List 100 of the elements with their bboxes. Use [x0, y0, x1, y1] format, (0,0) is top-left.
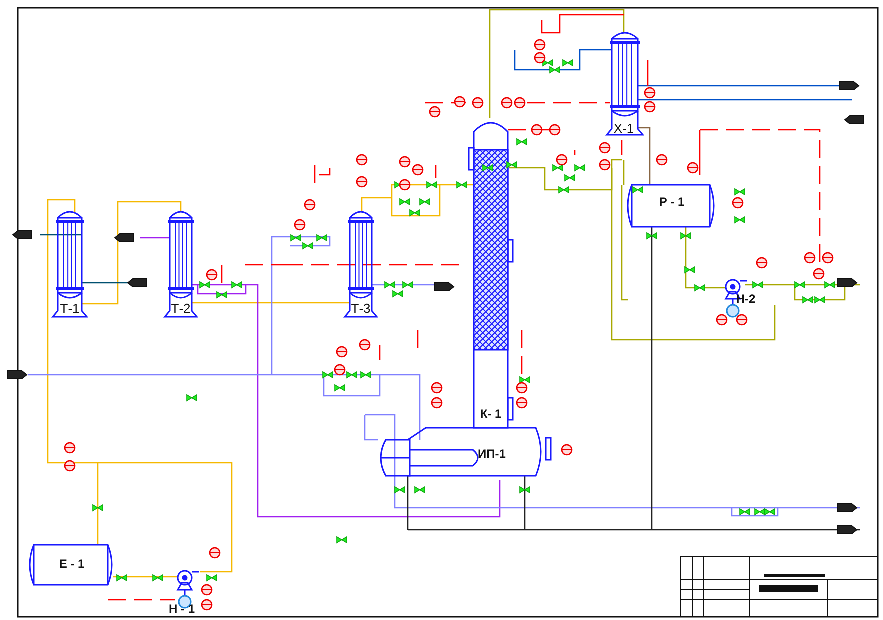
valve-icon	[316, 234, 328, 242]
valve-icon	[420, 198, 430, 206]
instrument-icon	[534, 52, 546, 64]
stream-arrow-icon	[434, 282, 455, 292]
instrument-icon	[304, 199, 316, 211]
valve-icon	[116, 574, 128, 582]
equipment-label: Т-3	[351, 301, 371, 316]
valve-icon	[558, 186, 570, 194]
instrument-icon	[822, 252, 834, 264]
valve-icon	[200, 281, 210, 289]
instrument-icon	[534, 39, 546, 51]
valve-icon	[632, 186, 644, 194]
instrument-icon	[359, 339, 371, 351]
equipment-label: Н - 1	[169, 602, 195, 616]
valve-icon	[206, 574, 218, 582]
instrument-icon	[356, 154, 368, 166]
valve-icon	[400, 198, 410, 206]
instrument-icon	[556, 154, 568, 166]
valve-icon	[334, 384, 346, 392]
valve-icon	[552, 164, 564, 172]
instrument-icon	[736, 314, 748, 326]
equipment-label: Р - 1	[659, 195, 685, 209]
instrument-icon	[472, 97, 484, 109]
valve-icon	[520, 376, 530, 384]
valve-icon	[186, 394, 198, 402]
valve-icon	[456, 181, 468, 189]
valve-icon	[694, 284, 706, 292]
valve-icon	[414, 486, 426, 494]
valve-icon	[740, 508, 750, 516]
valve-icon	[734, 188, 746, 196]
equipment-label: Н-2	[736, 292, 756, 306]
valve-icon	[824, 281, 836, 289]
valve-icon	[734, 216, 746, 224]
instrument-icon	[429, 106, 441, 118]
instrument-icon	[501, 97, 513, 109]
instrument-icon	[516, 397, 528, 409]
valve-icon	[216, 291, 228, 299]
stream-arrow-icon	[114, 234, 134, 242]
valve-icon	[574, 164, 586, 172]
instrument-icon	[431, 397, 443, 409]
valve-icon	[680, 232, 692, 240]
instrument-icon	[549, 124, 561, 136]
stream-arrow-icon	[127, 278, 148, 288]
valve-icon	[336, 536, 348, 544]
instrument-icon	[201, 599, 213, 611]
instrument-icon	[756, 257, 768, 269]
valve-icon	[410, 209, 420, 217]
valve-icon	[684, 266, 696, 274]
instrument-icon	[514, 97, 526, 109]
stream-arrow-icon	[838, 504, 858, 512]
stream-arrow-icon	[840, 82, 860, 90]
equipment-label: Т-1	[60, 301, 80, 316]
equipment-label: Е - 1	[59, 557, 85, 571]
valve-icon	[520, 486, 530, 494]
valve-icon	[346, 371, 358, 379]
instrument-icon	[206, 269, 218, 281]
instrument-icon	[716, 314, 728, 326]
instrument-icon	[516, 382, 528, 394]
valve-icon	[646, 232, 658, 240]
stream-arrow-icon	[838, 278, 858, 288]
instrument-icon	[399, 179, 411, 191]
instrument-icon	[64, 442, 76, 454]
instrument-icon	[336, 346, 348, 358]
valve-icon	[562, 59, 574, 67]
instrument-icon	[656, 154, 668, 166]
instrument-icon	[644, 101, 656, 113]
instrument-icon	[356, 176, 368, 188]
valve-icon	[564, 174, 576, 182]
valve-icon	[232, 281, 242, 289]
instrument-icon	[561, 444, 573, 456]
instrument-icon	[209, 547, 221, 559]
instrument-icon	[201, 584, 213, 596]
equipment-label: ИП-1	[478, 447, 506, 461]
valve-icon	[152, 574, 164, 582]
instrument-icon	[412, 164, 424, 176]
valve-icon	[92, 504, 104, 512]
equipment-label: Х-1	[614, 121, 634, 136]
instrument-icon	[804, 252, 816, 264]
instrument-icon	[531, 124, 543, 136]
instrument-icon	[334, 364, 346, 376]
instrument-icon	[599, 159, 611, 171]
stream-arrow-icon	[838, 526, 858, 534]
valve-icon	[752, 281, 764, 289]
instrument-icon	[294, 219, 306, 231]
valve-icon	[516, 138, 528, 146]
stream-arrow-icon	[12, 230, 32, 240]
equipment-label: Т-2	[171, 301, 191, 316]
valve-icon	[426, 181, 438, 189]
stream-arrow-icon	[8, 370, 28, 380]
instrument-icon	[64, 460, 76, 472]
instrument-icon	[687, 162, 699, 174]
valve-icon	[394, 486, 406, 494]
instrument-icon	[644, 87, 656, 99]
instrument-icon	[454, 96, 466, 108]
instrument-icon	[599, 142, 611, 154]
valve-icon	[322, 371, 334, 379]
instrument-icon	[732, 197, 744, 209]
valve-icon	[506, 161, 518, 169]
instrument-icon	[399, 156, 411, 168]
instrument-icon	[813, 268, 825, 280]
